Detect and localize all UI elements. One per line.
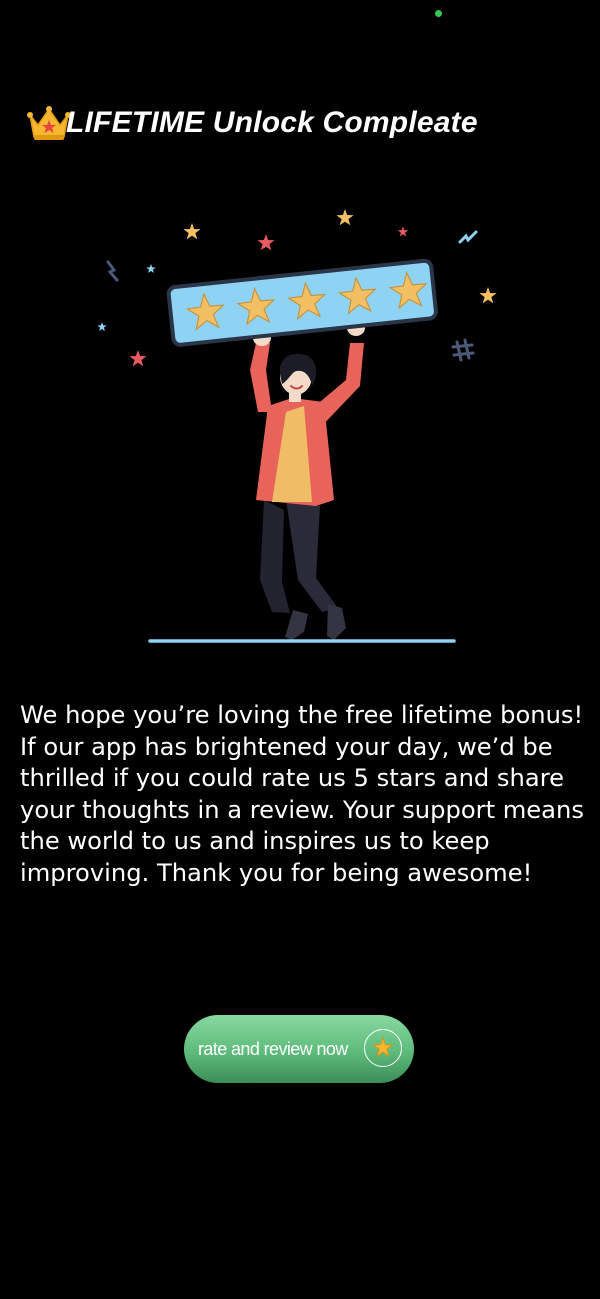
rating-board bbox=[166, 258, 438, 347]
star-icon bbox=[364, 1029, 402, 1067]
rate-and-review-button[interactable]: rate and review now bbox=[184, 1015, 414, 1083]
camera-indicator-dot bbox=[435, 10, 442, 17]
message-text: We hope you’re loving the free lifetime … bbox=[20, 701, 584, 887]
rate-and-review-label: rate and review now bbox=[198, 1038, 348, 1059]
rating-illustration bbox=[97, 209, 497, 643]
page-title: LIFETIME Unlock Compleate bbox=[66, 106, 478, 139]
page-header: LIFETIME Unlock Compleate bbox=[26, 98, 478, 148]
